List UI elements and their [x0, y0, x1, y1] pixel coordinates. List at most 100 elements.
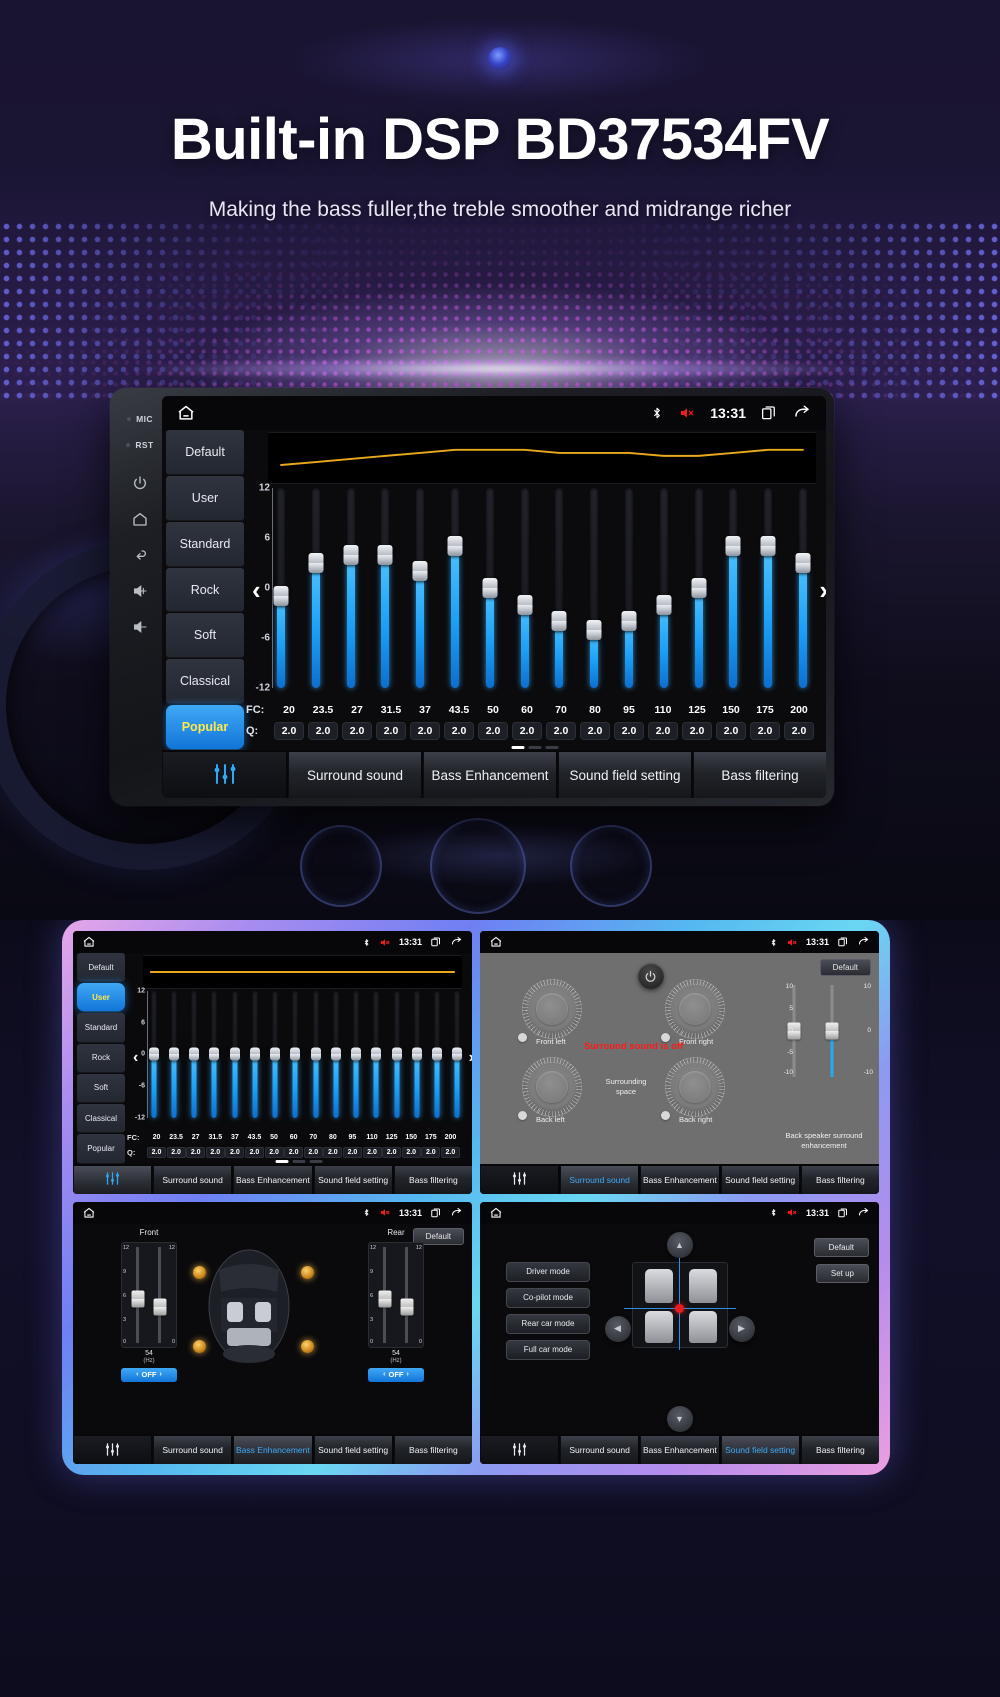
arrow-right-icon[interactable]: ▶ [728, 1315, 755, 1342]
band-slider-20[interactable] [148, 991, 159, 1118]
band-slider-50[interactable] [270, 991, 281, 1118]
q-cell[interactable]: 2.0 [784, 722, 814, 740]
q-cell[interactable]: 2.0 [478, 722, 508, 740]
band-slider-95[interactable] [351, 991, 362, 1118]
tab-sound-field-setting[interactable]: Sound field setting [720, 1165, 799, 1194]
front-meter[interactable]: 12 9 6 3 0 12 0 [121, 1241, 177, 1348]
band-slider-175[interactable] [432, 991, 443, 1118]
slider-knob[interactable] [273, 586, 289, 607]
preset-soft[interactable]: Soft [166, 613, 244, 659]
page-dot[interactable] [309, 1159, 322, 1163]
rear-meter[interactable]: 12 9 6 3 0 12 0 [368, 1241, 424, 1348]
tab-sound-field-setting[interactable]: Sound field setting [313, 1165, 392, 1194]
q-cell[interactable]: 2.0 [410, 722, 440, 740]
bluetooth-icon[interactable] [362, 1207, 371, 1218]
band-slider-80[interactable] [330, 991, 341, 1118]
band-slider-20[interactable] [273, 488, 289, 688]
q-cell[interactable]: 2.0 [264, 1146, 284, 1158]
slider-knob[interactable] [447, 536, 463, 557]
tab-sound-field-setting[interactable]: Sound field setting [558, 752, 691, 798]
tab-surround-sound[interactable]: Surround sound [560, 1436, 639, 1464]
band-slider-60[interactable] [290, 991, 301, 1118]
volume-mute-icon[interactable] [786, 1207, 798, 1218]
home-icon[interactable] [82, 1206, 96, 1220]
knob-front-right[interactable] [665, 979, 725, 1039]
chevron-right-icon[interactable]: › [469, 1050, 472, 1066]
tab-bass-filtering[interactable]: Bass filtering [800, 1436, 879, 1464]
tab-equalizer[interactable] [480, 1165, 558, 1194]
tab-equalizer[interactable] [480, 1436, 558, 1464]
page-dot[interactable] [511, 746, 525, 749]
back-arrow-icon[interactable] [450, 1207, 463, 1219]
slider-knob[interactable] [621, 611, 637, 632]
recent-apps-icon[interactable] [760, 404, 778, 422]
slider-knob[interactable] [412, 561, 428, 582]
default-button[interactable]: Default [813, 1237, 869, 1257]
mode-rear-car[interactable]: Rear car mode [506, 1313, 590, 1334]
knob-back-right[interactable] [665, 1057, 725, 1117]
slider-knob[interactable] [452, 1047, 463, 1061]
band-slider-27[interactable] [343, 488, 359, 688]
chevron-left-icon[interactable]: ‹ [133, 1050, 138, 1066]
q-cell[interactable]: 2.0 [580, 722, 610, 740]
volume-mute-icon[interactable] [786, 937, 798, 948]
chevron-left-icon[interactable]: ‹ [252, 577, 261, 603]
tab-bass-filtering[interactable]: Bass filtering [393, 1165, 472, 1194]
tab-equalizer[interactable] [73, 1165, 151, 1194]
band-slider-50[interactable] [482, 488, 498, 688]
q-cell[interactable]: 2.0 [440, 1146, 460, 1158]
knob-front-left[interactable] [522, 979, 582, 1039]
seat-back-left[interactable] [644, 1310, 673, 1343]
bluetooth-icon[interactable] [362, 937, 371, 948]
tab-bass-enhancement[interactable]: Bass Enhancement [233, 1165, 312, 1194]
q-cell[interactable]: 2.0 [614, 722, 644, 740]
q-cell[interactable]: 2.0 [308, 722, 338, 740]
mode-full-car[interactable]: Full car mode [506, 1339, 590, 1360]
slider-knob[interactable] [343, 544, 359, 565]
slider-knob[interactable] [691, 578, 707, 598]
seat-back-right[interactable] [688, 1310, 717, 1343]
bluetooth-icon[interactable] [650, 405, 664, 421]
slider-knob[interactable] [270, 1047, 281, 1061]
band-slider-80[interactable] [586, 488, 602, 688]
band-slider-95[interactable] [621, 488, 637, 688]
slider-knob[interactable] [310, 1047, 321, 1061]
slider-knob[interactable] [656, 594, 672, 615]
band-slider-group[interactable] [148, 991, 463, 1118]
home-icon[interactable] [82, 935, 96, 949]
band-slider-37[interactable] [229, 991, 240, 1118]
volume-mute-icon[interactable] [678, 405, 696, 421]
q-cell[interactable]: 2.0 [750, 722, 780, 740]
preset-soft[interactable]: Soft [77, 1073, 125, 1104]
q-cell[interactable]: 2.0 [342, 722, 372, 740]
q-cell[interactable]: 2.0 [362, 1146, 382, 1158]
band-slider-27[interactable] [189, 991, 200, 1118]
seat-front-right[interactable] [688, 1268, 717, 1303]
slider-knob[interactable] [148, 1047, 159, 1061]
band-slider-200[interactable] [452, 991, 463, 1118]
home-icon[interactable] [489, 935, 503, 949]
page-dot[interactable] [545, 746, 559, 749]
band-slider-37[interactable] [412, 488, 428, 688]
page-dot[interactable] [528, 746, 542, 749]
q-cell[interactable]: 2.0 [225, 1146, 245, 1158]
preset-standard[interactable]: Standard [77, 1013, 125, 1043]
page-dot[interactable] [292, 1159, 305, 1163]
preset-default[interactable]: Default [166, 430, 244, 475]
tab-surround-sound[interactable]: Surround sound [560, 1165, 639, 1194]
q-cell[interactable]: 2.0 [444, 722, 474, 740]
slider-knob[interactable] [308, 553, 324, 573]
q-cell[interactable]: 2.0 [682, 722, 712, 740]
slider-knob[interactable] [229, 1047, 240, 1061]
recent-apps-icon[interactable] [837, 1207, 849, 1219]
chevron-right-icon[interactable]: › [819, 577, 826, 603]
tab-surround-sound[interactable]: Surround sound [288, 752, 421, 798]
q-cell[interactable]: 2.0 [421, 1146, 441, 1158]
q-cell[interactable]: 2.0 [303, 1146, 323, 1158]
rear-switch-off[interactable]: ‹ OFF › [368, 1367, 424, 1382]
preset-popular[interactable]: Popular [77, 1134, 125, 1164]
preset-rock[interactable]: Rock [166, 567, 244, 613]
mode-driver[interactable]: Driver mode [506, 1261, 590, 1282]
home-icon[interactable] [489, 1206, 503, 1220]
band-slider-70[interactable] [551, 488, 567, 688]
